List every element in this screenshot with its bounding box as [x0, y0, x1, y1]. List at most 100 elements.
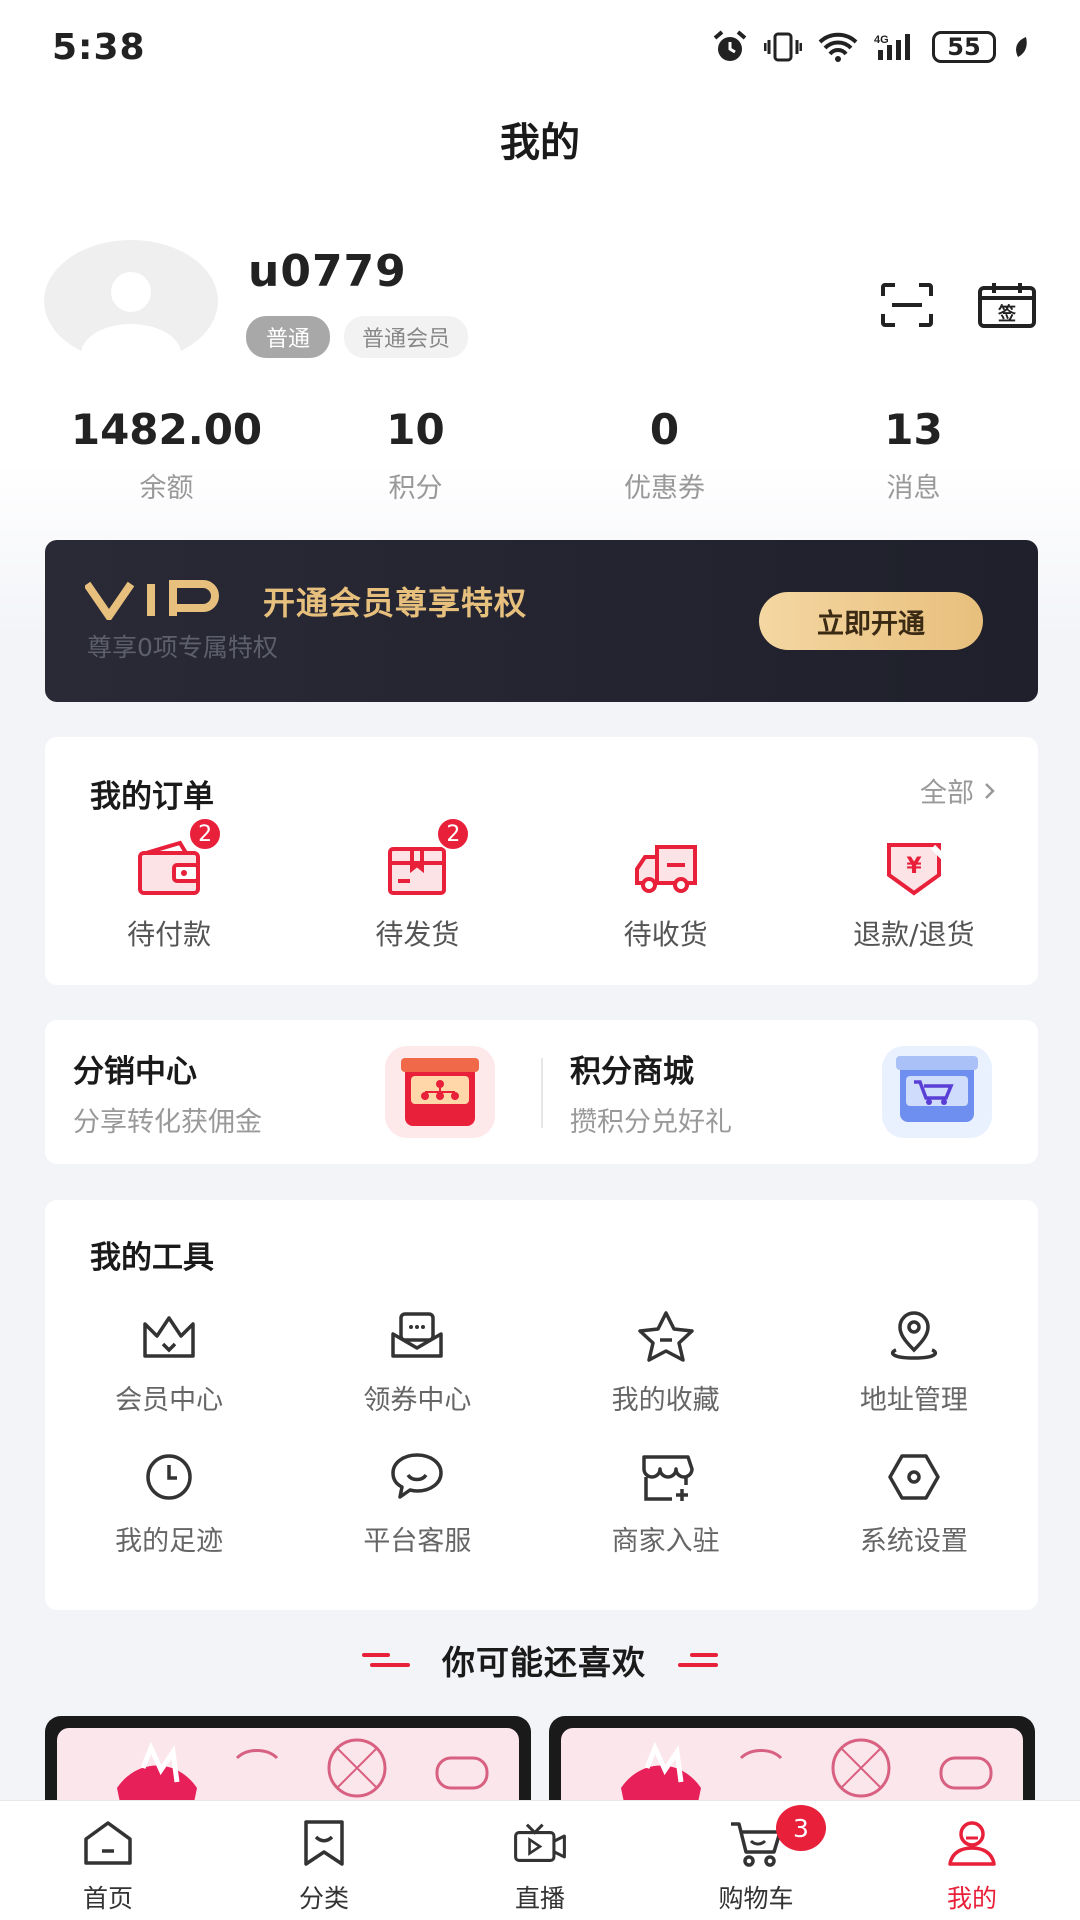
- promo-card: 分销中心 分享转化获佣金 积分商城 攒积分兑好礼: [45, 1020, 1038, 1164]
- distribution-icon: [385, 1046, 495, 1138]
- orders-card: 我的订单 全部 2 待付款 2 待发货 待收货 ¥ 退款/退货: [45, 737, 1038, 985]
- stats-row: 1482.00 余额 10 积分 0 优惠券 13 消息: [0, 405, 1080, 505]
- profile-actions: 签: [880, 282, 1036, 328]
- status-time: 5:38: [52, 26, 146, 68]
- truck-icon: [634, 845, 697, 893]
- member-tag: 普通会员: [344, 316, 469, 358]
- chat-icon: [391, 1453, 444, 1499]
- scan-icon[interactable]: [880, 282, 934, 328]
- tab-label: 购物车: [718, 1884, 794, 1913]
- clock-icon: [146, 1454, 192, 1500]
- order-label: 待付款: [127, 918, 212, 951]
- promo-title: 分销中心: [73, 1054, 197, 1090]
- order-pending-payment[interactable]: 2 待付款: [45, 817, 293, 953]
- sign-in-calendar-icon[interactable]: 签: [978, 282, 1036, 328]
- tools-grid: 会员中心 领券中心 我的收藏 地址管理 我的足迹 平台客服 商家入驻 系统设置: [45, 1310, 1038, 1558]
- status-icons: 4G 55: [712, 30, 1030, 64]
- tools-title: 我的工具: [90, 1240, 214, 1276]
- tab-label: 我的: [946, 1884, 997, 1913]
- stat-balance[interactable]: 1482.00 余额: [42, 405, 291, 505]
- star-icon: [637, 1311, 694, 1362]
- tool-address[interactable]: 地址管理: [790, 1310, 1038, 1417]
- promo-title: 积分商城: [570, 1054, 694, 1090]
- orders-view-all[interactable]: 全部: [920, 771, 996, 810]
- chevron-right-icon: [985, 782, 995, 799]
- tool-footprints[interactable]: 我的足迹: [45, 1451, 293, 1558]
- page-title: 我的: [500, 120, 580, 166]
- tab-live[interactable]: 直播: [432, 1801, 648, 1920]
- order-pending-shipment[interactable]: 2 待发货: [293, 817, 541, 953]
- tool-label: 系统设置: [859, 1526, 968, 1557]
- stat-label: 消息: [886, 473, 941, 504]
- vip-logo: [85, 580, 219, 620]
- stat-label: 积分: [388, 473, 443, 504]
- order-badge: 2: [436, 817, 471, 851]
- stat-coupons[interactable]: 0 优惠券: [540, 405, 789, 505]
- points-mall-icon: [882, 1046, 992, 1138]
- order-pending-receipt[interactable]: 待收货: [542, 837, 790, 953]
- user-icon: [948, 1821, 996, 1866]
- tools-card: 我的工具 会员中心 领券中心 我的收藏 地址管理 我的足迹 平台客服 商家入驻 …: [45, 1200, 1038, 1610]
- order-status-row: 2 待付款 2 待发货 待收货 ¥ 退款/退货: [45, 817, 1038, 953]
- order-label: 待收货: [623, 918, 708, 951]
- avatar[interactable]: [44, 240, 218, 362]
- stat-value: 13: [884, 405, 943, 454]
- order-label: 待发货: [375, 918, 460, 951]
- stat-label: 优惠券: [624, 473, 705, 504]
- wifi-icon: [818, 32, 858, 62]
- vip-banner: 开通会员尊享特权 尊享0项专属特权 立即开通: [45, 540, 1038, 702]
- vibrate-icon: [764, 32, 802, 62]
- tool-label: 平台客服: [363, 1526, 472, 1557]
- stat-points[interactable]: 10 积分: [291, 405, 540, 505]
- tool-customer-service[interactable]: 平台客服: [293, 1451, 541, 1558]
- username: u0779: [248, 246, 407, 297]
- tool-favorites[interactable]: 我的收藏: [542, 1310, 790, 1417]
- stat-value: 1482.00: [70, 405, 263, 454]
- decor-lines-right: [678, 1653, 718, 1667]
- stat-messages[interactable]: 13 消息: [789, 405, 1038, 505]
- recommend-title: 你可能还喜欢: [442, 1643, 646, 1682]
- member-tags: 普通 普通会员: [246, 316, 469, 358]
- svg-text:签: 签: [997, 303, 1017, 325]
- tab-profile[interactable]: 我的: [864, 1801, 1080, 1920]
- order-refund[interactable]: ¥ 退款/退货: [790, 837, 1038, 953]
- distribution-center[interactable]: 分销中心 分享转化获佣金: [45, 1020, 541, 1164]
- status-bar: 5:38 4G 55: [0, 0, 1080, 94]
- tab-home[interactable]: 首页: [0, 1801, 216, 1920]
- cart-badge: 3: [776, 1805, 826, 1851]
- decor-lines-left: [362, 1653, 410, 1667]
- svg-text:¥: ¥: [906, 854, 922, 879]
- crown-icon: [143, 1316, 195, 1358]
- stat-value: 0: [649, 405, 680, 454]
- view-all-label: 全部: [920, 778, 974, 809]
- svg-text:4G: 4G: [874, 34, 889, 46]
- leaf-icon: [1016, 37, 1027, 57]
- bottom-tab-bar: 首页 分类 直播 3 购物车 我的: [0, 1800, 1080, 1920]
- tool-member-center[interactable]: 会员中心: [45, 1310, 293, 1417]
- tool-coupon-center[interactable]: 领券中心: [293, 1310, 541, 1417]
- points-mall[interactable]: 积分商城 攒积分兑好礼: [542, 1020, 1038, 1164]
- promo-subtitle: 攒积分兑好礼: [570, 1107, 732, 1138]
- tool-merchant-join[interactable]: 商家入驻: [542, 1451, 790, 1558]
- tool-label: 会员中心: [115, 1385, 224, 1416]
- tab-label: 首页: [82, 1884, 133, 1913]
- level-tag: 普通: [246, 316, 331, 358]
- store-icon: [641, 1455, 694, 1501]
- tool-label: 地址管理: [859, 1385, 968, 1416]
- tab-cart[interactable]: 3 购物车: [648, 1801, 864, 1920]
- order-badge: 2: [188, 817, 223, 851]
- home-icon: [84, 1821, 132, 1865]
- promo-subtitle: 分享转化获佣金: [73, 1107, 262, 1138]
- refund-icon: ¥: [886, 843, 945, 896]
- orders-title: 我的订单: [90, 779, 214, 815]
- live-icon: [514, 1823, 566, 1862]
- vip-title: 开通会员尊享特权: [263, 584, 528, 622]
- tab-category[interactable]: 分类: [216, 1801, 432, 1920]
- tab-label: 直播: [514, 1884, 565, 1913]
- tool-settings[interactable]: 系统设置: [790, 1451, 1038, 1558]
- stat-label: 余额: [139, 473, 194, 504]
- order-label: 退款/退货: [853, 918, 975, 951]
- coupon-icon: [391, 1312, 444, 1358]
- vip-open-button[interactable]: 立即开通: [759, 592, 983, 650]
- recommend-header: 你可能还喜欢: [0, 1636, 1080, 1684]
